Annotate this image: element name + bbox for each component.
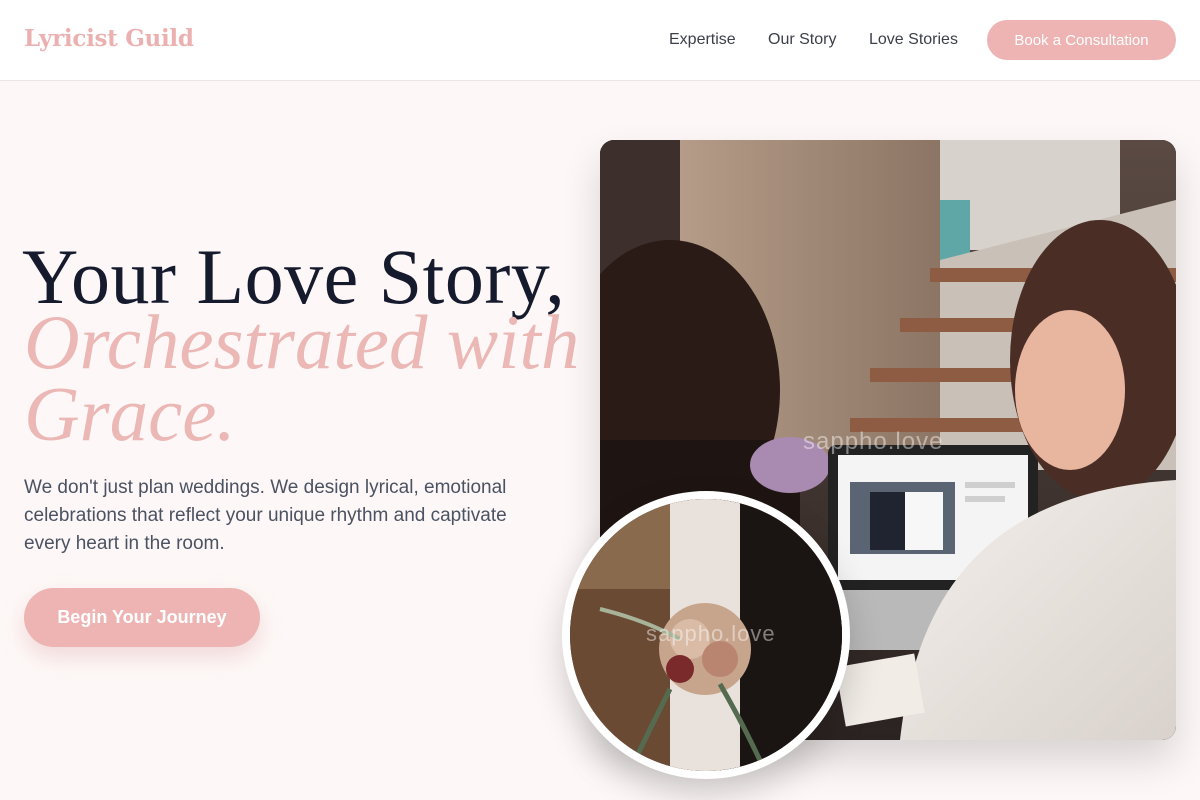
bouquet-photo: sappho.love [570, 499, 842, 771]
brand-logo[interactable]: Lyricist Guild [24, 25, 194, 52]
nav-link-our-story[interactable]: Our Story [768, 31, 836, 49]
hero-title-accent: Orchestrated with Grace. [24, 299, 580, 457]
hero-subtitle: We don't just plan weddings. We design l… [24, 477, 507, 554]
site-header: Lyricist Guild Expertise Our Story Love … [0, 0, 1200, 81]
book-consultation-button[interactable]: Book a Consultation [987, 20, 1176, 60]
bouquet-photo-frame: sappho.love [562, 491, 850, 779]
nav-link-love-stories[interactable]: Love Stories [869, 31, 958, 49]
bouquet-watermark: sappho.love [646, 621, 776, 646]
nav-link-expertise[interactable]: Expertise [669, 31, 736, 49]
photo-watermark: sappho.love [803, 428, 944, 455]
begin-journey-button[interactable]: Begin Your Journey [24, 588, 260, 647]
